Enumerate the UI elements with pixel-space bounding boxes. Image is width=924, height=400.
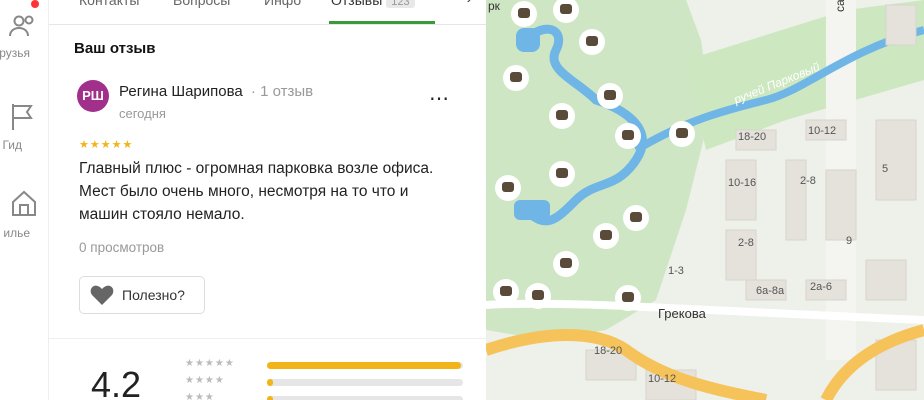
avatar[interactable]: РШ: [77, 80, 109, 112]
left-rail: рузья Гид илье: [0, 0, 49, 400]
building-number: 18-20: [594, 345, 622, 357]
helpful-button[interactable]: Полезно?: [79, 276, 205, 314]
guide-flag-icon: [12, 104, 33, 130]
rating-row-stars: ★★★: [185, 392, 215, 400]
tab-active-underline: [329, 21, 435, 24]
rail-label-housing: илье: [3, 226, 30, 240]
rating-row-stars: ★★★★: [185, 375, 225, 386]
building-number: 10-16: [728, 177, 756, 189]
rail-item-friends[interactable]: рузья: [0, 12, 48, 60]
rail-label-friends: рузья: [0, 46, 30, 60]
building-number: 2-8: [800, 175, 816, 187]
rail-item-guide[interactable]: Гид: [0, 102, 48, 152]
helpful-label: Полезно?: [122, 287, 185, 303]
building-number: 9: [846, 235, 852, 247]
building-number: 6а-8а: [756, 285, 785, 297]
building-number: 2а-6: [810, 281, 832, 293]
review-author: Регина Шарипова · 1 отзыв: [119, 83, 313, 100]
tab-contacts[interactable]: Контакты: [79, 0, 139, 8]
map-label-street-left: рк: [488, 0, 501, 13]
rating-row-stars: ★★★★★: [185, 358, 235, 369]
map-label-street: Грекова: [658, 306, 707, 321]
rating-bar-fill: [267, 396, 273, 400]
building-number: 10-12: [648, 373, 676, 385]
author-review-count: · 1 отзыв: [250, 83, 314, 100]
author-name[interactable]: Регина Шарипова: [119, 83, 243, 100]
rating-bar-fill: [267, 379, 273, 386]
divider: [49, 338, 486, 339]
map-view[interactable]: ручей Парковый Грекова са рк 18-20 10-12…: [486, 0, 924, 400]
pond: [516, 28, 540, 52]
friends-icon: [9, 15, 34, 37]
rail-item-housing[interactable]: илье: [0, 188, 48, 240]
heart-icon: [90, 285, 114, 305]
rating-bar-track: [267, 362, 463, 369]
notification-dot: [31, 0, 39, 8]
building-number: 1-3: [668, 265, 684, 277]
tab-bar: Контакты Вопросы Инфо Отзывы123 ›: [49, 0, 486, 25]
tab-info[interactable]: Инфо: [264, 0, 301, 8]
review-more-icon[interactable]: ⋯: [429, 86, 450, 111]
pond: [514, 200, 550, 220]
tab-reviews[interactable]: Отзывы 123: [331, 0, 415, 8]
building-number: 18-20: [738, 131, 766, 143]
review-views: 0 просмотров: [79, 240, 165, 255]
review-stars: ★★★★★: [79, 139, 134, 151]
tab-reviews-badge: 123: [386, 0, 415, 8]
building-number: 10-12: [808, 125, 836, 137]
rating-bar-track: [267, 396, 463, 400]
section-title: Ваш отзыв: [74, 40, 156, 57]
review-text: Главный плюс - огромная парковка возле о…: [79, 160, 434, 223]
review-date: сегодня: [119, 106, 166, 121]
rating-bar-fill: [267, 362, 462, 369]
tab-reviews-label: Отзывы: [331, 0, 383, 8]
housing-icon: [12, 190, 36, 216]
tab-questions[interactable]: Вопросы: [173, 0, 230, 8]
map-label-street-top: са: [833, 0, 847, 12]
building-number: 5: [882, 163, 888, 175]
rating-value: 4.2: [91, 364, 142, 400]
rating-bar-track: [267, 379, 463, 386]
building-number: 2-8: [738, 237, 754, 249]
org-panel: Контакты Вопросы Инфо Отзывы123 › Ваш от…: [49, 0, 486, 400]
rail-label-guide: Гид: [2, 138, 22, 152]
tabs-more-icon[interactable]: ›: [467, 0, 472, 8]
